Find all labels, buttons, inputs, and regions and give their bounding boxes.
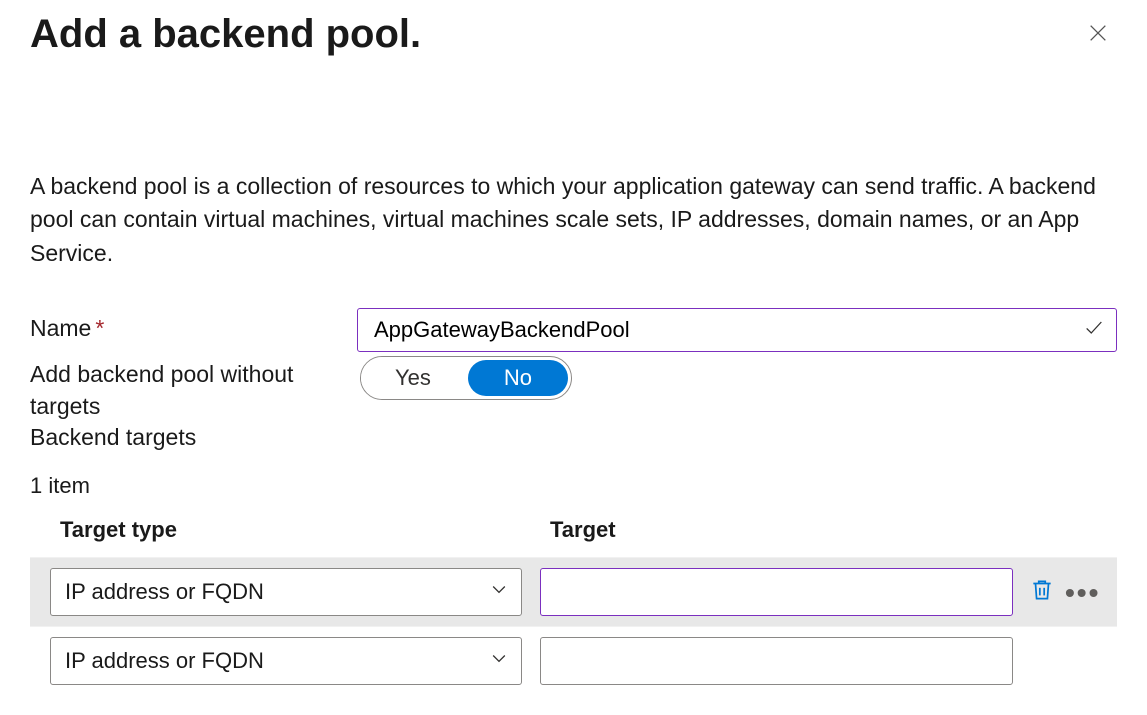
chevron-down-icon	[489, 579, 509, 605]
check-icon	[1083, 317, 1105, 344]
table-row: IP address or FQDN	[30, 626, 1117, 695]
delete-row-button[interactable]	[1029, 577, 1055, 608]
column-header-target: Target	[550, 517, 1117, 543]
close-icon	[1087, 20, 1109, 51]
backend-targets-label: Backend targets	[30, 424, 1117, 451]
item-count: 1 item	[30, 473, 1117, 499]
close-button[interactable]	[1079, 16, 1117, 54]
toggle-no[interactable]: No	[468, 360, 568, 396]
name-label: Name	[30, 315, 91, 341]
target-type-value: IP address or FQDN	[65, 648, 264, 674]
target-type-select[interactable]: IP address or FQDN	[50, 568, 522, 616]
target-type-select[interactable]: IP address or FQDN	[50, 637, 522, 685]
table-row: IP address or FQDN	[30, 557, 1117, 626]
name-input[interactable]	[357, 308, 1117, 352]
target-type-value: IP address or FQDN	[65, 579, 264, 605]
target-input[interactable]	[540, 637, 1013, 685]
page-title: Add a backend pool.	[30, 8, 421, 60]
required-indicator: *	[95, 315, 104, 341]
without-targets-label: Add backend pool without targets	[30, 361, 293, 419]
chevron-down-icon	[489, 648, 509, 674]
description-text: A backend pool is a collection of resour…	[30, 170, 1115, 270]
targets-table: Target type Target IP address or FQDN	[30, 513, 1117, 695]
column-header-type: Target type	[60, 517, 550, 543]
without-targets-toggle[interactable]: Yes No	[360, 356, 572, 400]
more-actions-button[interactable]: •••	[1065, 587, 1100, 598]
target-input[interactable]	[540, 568, 1013, 616]
trash-icon	[1029, 577, 1055, 608]
toggle-yes[interactable]: Yes	[361, 357, 465, 399]
more-icon: •••	[1065, 587, 1100, 598]
